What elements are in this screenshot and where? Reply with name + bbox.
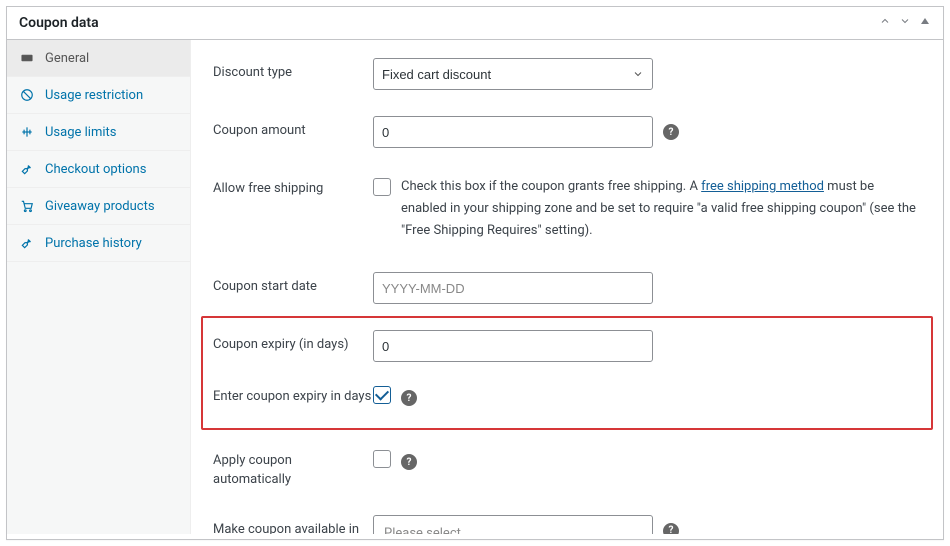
sidebar-item-label: General <box>45 51 89 66</box>
panel-body: General Usage restriction Usage limits C… <box>7 40 943 534</box>
help-icon[interactable]: ? <box>401 390 417 406</box>
sidebar-item-label: Usage restriction <box>45 88 143 103</box>
row-start-date: Coupon start date <box>213 270 921 306</box>
row-expiry-days: Coupon expiry (in days) <box>213 328 921 364</box>
general-tab-content: Discount type Fixed cart discount Coupon… <box>191 40 943 534</box>
label-discount-type: Discount type <box>213 58 373 82</box>
label-expiry-days: Coupon expiry (in days) <box>213 330 373 354</box>
ticket-icon <box>19 50 35 66</box>
sidebar-item-label: Purchase history <box>45 236 142 251</box>
highlight-box: Coupon expiry (in days) Enter coupon exp… <box>201 316 933 430</box>
allow-free-shipping-checkbox[interactable] <box>373 178 391 196</box>
wrench-icon <box>19 161 35 177</box>
sidebar-item-label: Giveaway products <box>45 199 155 214</box>
label-available-in: Make coupon available in <box>213 515 373 534</box>
panel-title: Coupon data <box>19 15 99 31</box>
label-start-date: Coupon start date <box>213 272 373 296</box>
tab-usage-limits[interactable]: Usage limits <box>7 114 190 151</box>
available-in-select[interactable]: Please select <box>373 515 653 534</box>
allow-free-shipping-desc: Check this box if the coupon grants free… <box>401 176 921 242</box>
block-icon <box>19 87 35 103</box>
panel-controls <box>879 15 931 31</box>
row-coupon-amount: Coupon amount ? <box>213 114 921 150</box>
help-icon[interactable]: ? <box>663 523 679 534</box>
sidebar-item-label: Checkout options <box>45 162 146 177</box>
tab-general[interactable]: General <box>7 40 190 77</box>
apply-auto-checkbox[interactable] <box>373 450 391 468</box>
tab-purchase-history[interactable]: Purchase history <box>7 225 190 262</box>
discount-type-select[interactable]: Fixed cart discount <box>373 58 653 90</box>
label-allow-free-shipping: Allow free shipping <box>213 174 373 198</box>
move-up-icon[interactable] <box>879 15 891 31</box>
expiry-days-input[interactable] <box>373 330 653 362</box>
label-apply-auto: Apply coupon automatically <box>213 446 373 488</box>
coupon-data-panel: Coupon data General Usage restriction Us… <box>6 6 944 540</box>
row-discount-type: Discount type Fixed cart discount <box>213 56 921 92</box>
tab-usage-restriction[interactable]: Usage restriction <box>7 77 190 114</box>
tab-giveaway-products[interactable]: Giveaway products <box>7 188 190 225</box>
wrench-icon <box>19 235 35 251</box>
limits-icon <box>19 124 35 140</box>
toggle-collapse-icon[interactable] <box>919 15 931 31</box>
free-shipping-link[interactable]: free shipping method <box>701 179 824 194</box>
row-available-in: Make coupon available in Please select ? <box>213 513 921 534</box>
row-allow-free-shipping: Allow free shipping Check this box if th… <box>213 172 921 244</box>
start-date-input[interactable] <box>373 272 653 304</box>
panel-header: Coupon data <box>7 7 943 40</box>
coupon-amount-input[interactable] <box>373 116 653 148</box>
label-coupon-amount: Coupon amount <box>213 116 373 140</box>
cart-icon <box>19 198 35 214</box>
move-down-icon[interactable] <box>899 15 911 31</box>
row-apply-auto: Apply coupon automatically ? <box>213 444 921 490</box>
sidebar-item-label: Usage limits <box>45 125 116 140</box>
help-icon[interactable]: ? <box>663 124 679 140</box>
coupon-tabs-sidebar: General Usage restriction Usage limits C… <box>7 40 191 534</box>
tab-checkout-options[interactable]: Checkout options <box>7 151 190 188</box>
row-enter-expiry-days: Enter coupon expiry in days ? <box>213 380 921 408</box>
label-enter-expiry-days: Enter coupon expiry in days <box>213 382 373 406</box>
enter-expiry-days-checkbox[interactable] <box>373 386 391 404</box>
help-icon[interactable]: ? <box>401 454 417 470</box>
